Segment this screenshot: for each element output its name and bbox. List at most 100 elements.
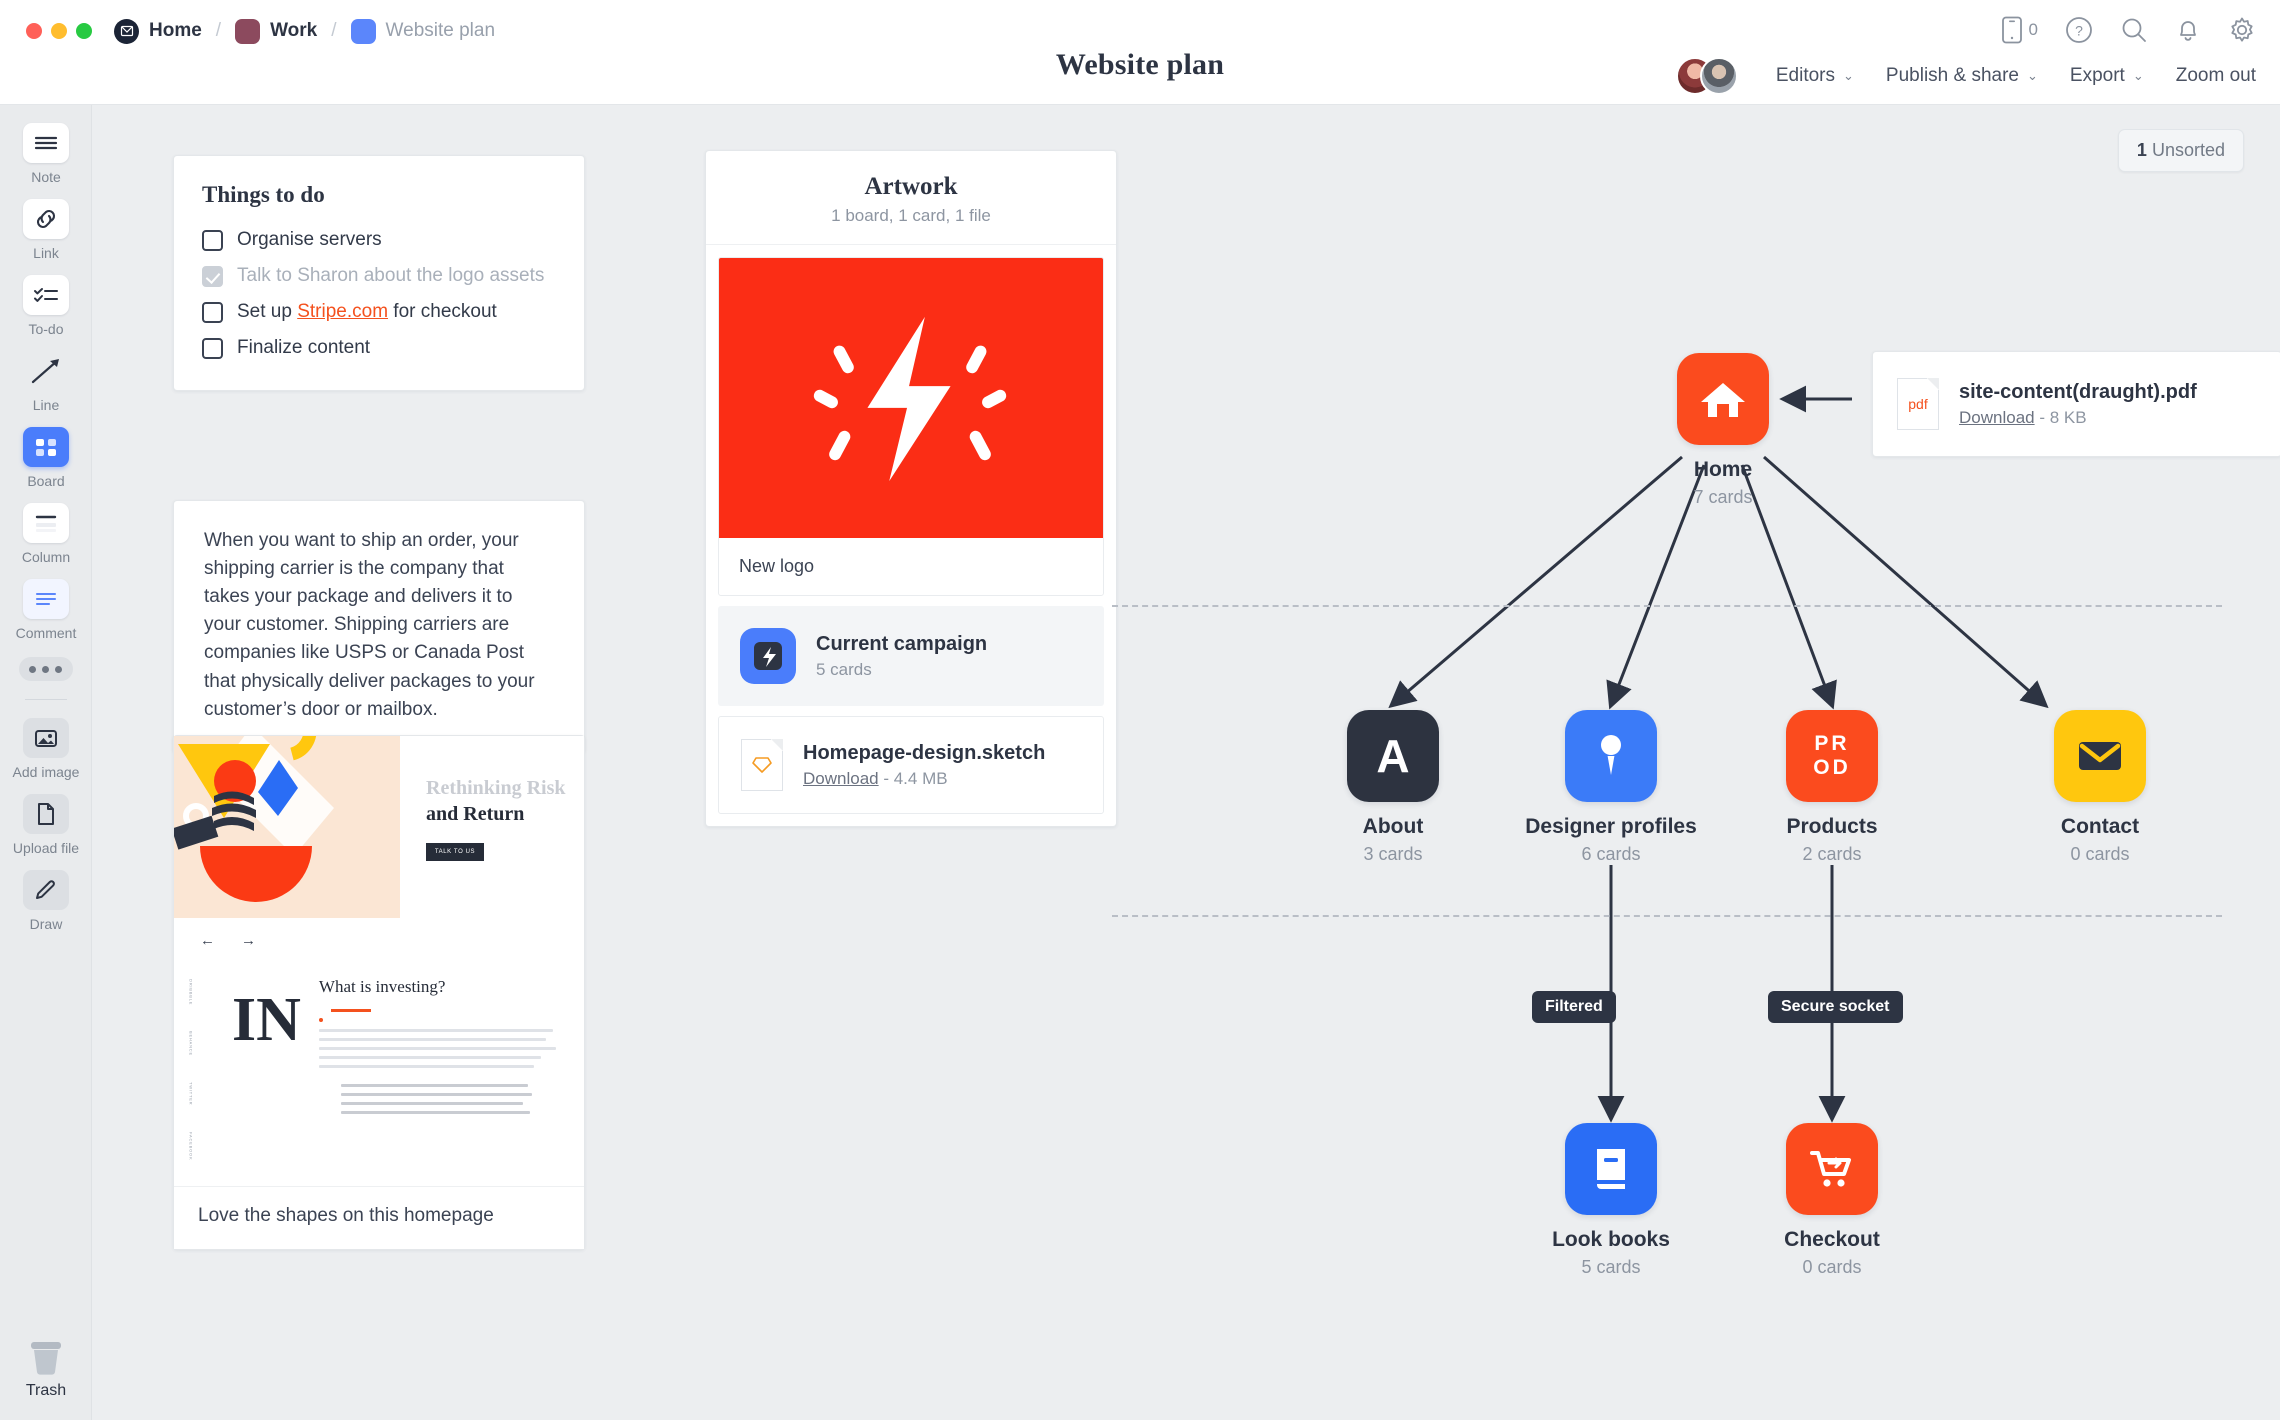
tool-link[interactable]: Link <box>0 199 92 261</box>
more-tools-button[interactable] <box>18 657 73 681</box>
tool-label-add-image: Add image <box>12 764 80 780</box>
geometric-artwork <box>174 736 400 918</box>
settings-gear-icon[interactable] <box>2228 16 2256 44</box>
trash-label: Trash <box>25 1382 67 1399</box>
checkbox-unchecked-icon[interactable] <box>202 229 223 251</box>
dot-icon <box>42 665 49 673</box>
file-size: - 4.4 MB <box>883 768 948 788</box>
sitemap-node-checkout[interactable]: Checkout 0 cards <box>1737 1123 1927 1278</box>
todo-item[interactable]: Organise servers <box>202 222 556 258</box>
svg-text:?: ? <box>2075 23 2083 39</box>
sitemap-node-products[interactable]: PR OD Products 2 cards <box>1737 710 1927 865</box>
stripe-link[interactable]: Stripe.com <box>297 301 388 322</box>
guide-line-horizontal <box>1112 915 2222 917</box>
breadcrumb: Home / Work / Website plan <box>20 10 495 52</box>
checkbox-unchecked-icon[interactable] <box>202 337 223 359</box>
tool-line[interactable]: Line <box>0 351 92 413</box>
zoom-window-button[interactable] <box>76 23 92 39</box>
tool-label-link: Link <box>33 245 59 261</box>
tool-label-draw: Draw <box>29 916 63 932</box>
sitemap-node-designer-profiles[interactable]: Designer profiles 6 cards <box>1516 710 1706 865</box>
mobile-device-icon[interactable]: 0 <box>2001 16 2038 44</box>
sitemap-node-name: About <box>1362 815 1424 838</box>
search-icon[interactable] <box>2120 16 2148 44</box>
breadcrumb-separator: / <box>331 20 337 41</box>
download-link[interactable]: Download <box>803 769 879 788</box>
sitemap-node-home[interactable]: Home 7 cards <box>1628 353 1818 508</box>
sitemap-node-name: Home <box>1693 458 1753 481</box>
draw-pencil-icon <box>23 870 69 910</box>
artwork-board-card[interactable]: Artwork 1 board, 1 card, 1 file New logo… <box>705 150 1117 827</box>
sitemap-node-name: Designer profiles <box>1525 815 1697 838</box>
checkbox-unchecked-icon[interactable] <box>202 301 223 323</box>
tool-upload-file[interactable]: Upload file <box>0 794 92 856</box>
tool-label-note: Note <box>31 169 61 185</box>
talk-to-us-button: TALK TO US <box>426 843 484 862</box>
editors-menu-button[interactable]: Editors ⌄ <box>1776 65 1854 87</box>
tool-board[interactable]: Board <box>0 427 92 489</box>
arrow-left-icon: ← <box>200 932 215 949</box>
tool-todo[interactable]: To-do <box>0 275 92 337</box>
dot-icon <box>55 665 62 673</box>
breadcrumb-item-website-plan[interactable]: Website plan <box>350 18 495 44</box>
sitemap-node-about[interactable]: A About 3 cards <box>1298 710 1488 865</box>
sitemap-node-count: 0 cards <box>2070 844 2130 864</box>
publish-share-menu-button[interactable]: Publish & share ⌄ <box>1886 65 2038 87</box>
tool-draw[interactable]: Draw <box>0 870 92 932</box>
breadcrumb-label-work: Work <box>270 20 318 41</box>
todo-item[interactable]: Talk to Sharon about the logo assets <box>202 258 556 294</box>
topbar-action-group: Editors ⌄ Publish & share ⌄ Export ⌄ Zoo… <box>1675 56 2256 96</box>
tool-comment[interactable]: Comment <box>0 579 92 641</box>
sitemap-node-count: 6 cards <box>1581 844 1641 864</box>
headline-grey: Rethinking Risk <box>426 777 566 799</box>
dot-icon <box>29 665 36 673</box>
breadcrumb-item-home[interactable]: Home <box>114 18 202 44</box>
todo-item[interactable]: Set up Stripe.com for checkout <box>202 294 556 330</box>
export-menu-button[interactable]: Export ⌄ <box>2070 65 2144 87</box>
sitemap-node-count: 5 cards <box>1581 1257 1641 1277</box>
zoom-out-button[interactable]: Zoom out <box>2176 65 2256 87</box>
trash-icon <box>23 1339 69 1382</box>
note-card-text: When you want to ship an order, your shi… <box>204 530 535 720</box>
todo-item-label: Organise servers <box>237 229 382 250</box>
screenshot-rule <box>318 997 558 1029</box>
tool-column[interactable]: Column <box>0 503 92 565</box>
new-logo-card[interactable]: New logo <box>718 257 1104 596</box>
board-item-current-campaign[interactable]: Current campaign 5 cards <box>718 606 1104 706</box>
upload-file-icon <box>23 794 69 834</box>
house-icon <box>1677 353 1769 445</box>
tool-note[interactable]: Note <box>0 123 92 185</box>
window-traffic-lights[interactable] <box>26 23 92 39</box>
sitemap-diagram[interactable]: pdf site-content(draught).pdf Download -… <box>1092 105 2280 1420</box>
edge-label-filtered[interactable]: Filtered <box>1532 991 1616 1023</box>
minimize-window-button[interactable] <box>51 23 67 39</box>
pdf-size: - 8 KB <box>2039 407 2087 427</box>
canvas[interactable]: 1 Unsorted Things to do Organise servers… <box>92 105 2280 1420</box>
board-item-title: Current campaign <box>816 632 988 655</box>
zoom-out-label: Zoom out <box>2175 65 2256 86</box>
screenshot-nav-arrows: ← → <box>174 918 584 949</box>
trash-button[interactable]: Trash <box>0 1339 92 1400</box>
pdf-file-card[interactable]: pdf site-content(draught).pdf Download -… <box>1872 351 2280 457</box>
file-item-title: Homepage-design.sketch <box>803 741 1046 764</box>
top-bar: Home / Work / Website plan Website plan … <box>0 0 2280 105</box>
help-icon[interactable]: ? <box>2065 16 2093 44</box>
file-item-homepage-sketch[interactable]: Homepage-design.sketch Download - 4.4 MB <box>718 716 1104 814</box>
notifications-bell-icon[interactable] <box>2175 16 2201 44</box>
sitemap-node-look-books[interactable]: Look books 5 cards <box>1516 1123 1706 1278</box>
todo-card[interactable]: Things to do Organise servers Talk to Sh… <box>173 155 585 391</box>
close-window-button[interactable] <box>26 23 42 39</box>
image-card[interactable]: Rethinking Risk and Return TALK TO US ← … <box>173 735 585 1250</box>
tool-label-line: Line <box>32 397 60 413</box>
todo-item[interactable]: Finalize content <box>202 330 556 366</box>
checkbox-checked-icon[interactable] <box>202 265 223 287</box>
tool-add-image[interactable]: Add image <box>0 718 92 780</box>
screenshot-section-heading: What is investing? <box>318 977 446 996</box>
sitemap-node-contact[interactable]: Contact 0 cards <box>2005 710 2195 865</box>
download-link[interactable]: Download <box>1959 408 2035 427</box>
breadcrumb-item-work[interactable]: Work <box>235 18 318 44</box>
edge-label-secure-socket[interactable]: Secure socket <box>1768 991 1903 1023</box>
editor-avatars[interactable] <box>1675 57 1738 95</box>
note-card[interactable]: When you want to ship an order, your shi… <box>173 500 585 753</box>
prod-text-icon: PR OD <box>1786 710 1878 802</box>
